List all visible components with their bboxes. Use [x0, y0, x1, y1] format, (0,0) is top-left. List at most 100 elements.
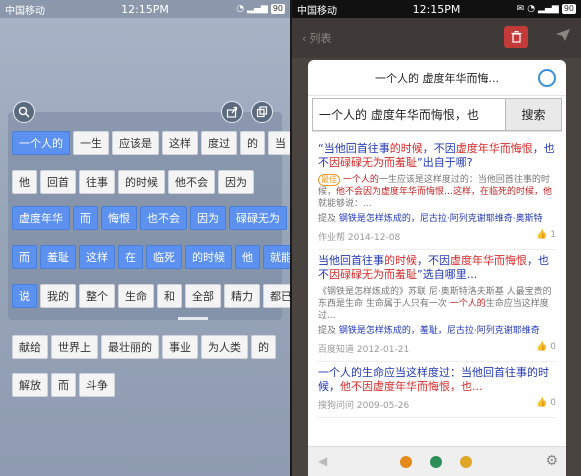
word-chip[interactable]: 最壮丽的	[101, 335, 159, 359]
word-chip[interactable]: 一生	[73, 131, 109, 155]
result-source-date: 百度知道 2012-01-21	[318, 345, 410, 355]
word-chip[interactable]: 应该是	[112, 131, 159, 155]
word-chip[interactable]: 当	[268, 131, 290, 155]
word-chip[interactable]: 的	[251, 335, 276, 359]
prev-arrow-icon[interactable]: ◀	[318, 454, 327, 468]
search-engine-icon[interactable]	[400, 456, 412, 468]
word-chip[interactable]: 回首	[40, 170, 76, 194]
back-label: 列表	[309, 32, 332, 45]
screenshot-frame: 中国移动 12:15PM ◔ ▂▄▆ 90 一个人的 一生 应该是 这样 度过的当他回首…	[0, 0, 581, 476]
bottom-bar: ◀ ⚙	[308, 446, 566, 476]
word-chip[interactable]: 献给	[12, 335, 48, 359]
word-chip[interactable]: 都已经	[263, 284, 290, 308]
like-count[interactable]: 👍 0	[536, 342, 556, 355]
trash-icon	[511, 31, 521, 43]
toolbar: ‹ 列表	[292, 18, 581, 58]
copy-icon	[256, 106, 268, 118]
word-segment-screen: 中国移动 12:15PM ◔ ▂▄▆ 90 一个人的 一生 应该是 这样 度过的当他回首…	[0, 0, 290, 476]
word-chip[interactable]: 整个	[79, 284, 115, 308]
result-item[interactable]: 一个人的生命应当这样度过：当他回首往事的时候，他不因虚度年华而悔恨，也... 搜狗…	[318, 362, 556, 418]
word-chip-selected[interactable]: 也不会	[140, 206, 187, 230]
panel-resize-handle[interactable]	[178, 317, 208, 320]
word-chip[interactable]: 全部	[185, 284, 221, 308]
clock: 12:15PM	[412, 2, 461, 16]
word-chip[interactable]: 世界上	[51, 335, 98, 359]
word-chip[interactable]: 为人类	[201, 335, 248, 359]
gear-icon[interactable]: ⚙	[545, 453, 558, 469]
result-meta: 搜狗问问 2009-05-26 👍 0	[318, 398, 556, 411]
share-button[interactable]	[221, 101, 243, 123]
word-chip-selected[interactable]: 在	[118, 245, 143, 269]
word-chip[interactable]: 往事	[79, 170, 115, 194]
word-chip[interactable]: 精力	[224, 284, 260, 308]
word-chip[interactable]: 解放	[12, 373, 48, 397]
back-to-list-button[interactable]: ‹ 列表	[292, 30, 331, 46]
result-mention: 提及 钢铁是怎样炼成的，尼古拉·阿列克谢耶维奇·奥斯特	[318, 214, 543, 224]
word-chip-selected[interactable]: 这样	[79, 245, 115, 269]
clock: 12:15PM	[121, 2, 169, 16]
chip-row: 而羞耻这样在临死的时候他就能够	[12, 245, 290, 269]
word-chip[interactable]: 的	[240, 131, 265, 155]
word-chip-selected[interactable]: 碌碌无为	[229, 206, 287, 230]
word-chip-selected[interactable]: 而	[73, 206, 98, 230]
word-chip[interactable]: 斗争	[79, 373, 115, 397]
word-chip[interactable]: 和	[157, 284, 182, 308]
word-chip-selected[interactable]: 而	[12, 245, 37, 269]
share-icon	[226, 106, 238, 118]
word-chip[interactable]: 生命	[118, 284, 154, 308]
word-chip-selected[interactable]: 的时候	[185, 245, 232, 269]
copy-button[interactable]	[251, 101, 273, 123]
book-icon[interactable]	[430, 456, 442, 468]
card-title: 一个人的 虚度年华而悔...	[375, 71, 499, 85]
result-meta: 百度知道 2012-01-21 👍 0	[318, 342, 556, 355]
result-title[interactable]: 一个人的生命应当这样度过：当他回首往事的时候，他不因虚度年华而悔恨，也...	[318, 366, 556, 394]
chip-row: 他回首 往事 的时候 他不会 因为	[12, 170, 254, 194]
word-chip-selected[interactable]: 就能够	[263, 245, 290, 269]
word-chip-selected[interactable]: 他	[235, 245, 260, 269]
word-chip[interactable]: 他	[12, 170, 37, 194]
word-chip[interactable]: 而	[51, 373, 76, 397]
word-chip[interactable]: 我的	[40, 284, 76, 308]
search-button[interactable]	[13, 101, 35, 123]
chip-row: 解放而斗争	[12, 373, 115, 397]
word-chip[interactable]: 度过	[201, 131, 237, 155]
mention-link[interactable]: 钢铁是怎样炼成的，尼古拉·阿列克谢耶维奇·奥斯特	[339, 214, 543, 224]
word-chip-selected[interactable]: 一个人的	[12, 131, 70, 155]
search-submit-button[interactable]: 搜索	[506, 98, 562, 131]
word-chip-selected[interactable]: 羞耻	[40, 245, 76, 269]
word-chip-selected[interactable]: 说	[12, 284, 37, 308]
word-chip-selected[interactable]: 临死	[146, 245, 182, 269]
result-mention: 提及 钢铁是怎样炼成的，羞耻，尼古拉·阿列克谢耶维奇	[318, 326, 540, 336]
refresh-icon[interactable]	[538, 69, 556, 87]
chip-row: 献给 世界上 最壮丽的 事业 为人类的	[12, 335, 276, 359]
result-source-date: 作业帮 2014-12-08	[318, 233, 401, 243]
word-chip-selected[interactable]: 虚度年华	[12, 206, 70, 230]
mention-link[interactable]: 钢铁是怎样炼成的，羞耻，尼古拉·阿列克谢耶维奇	[339, 326, 540, 336]
word-chip[interactable]: 因为	[218, 170, 254, 194]
result-item[interactable]: “当他回首往事的时候，不因虚度年华而悔恨，也不因碌碌无为而羞耻”出自于哪? 最佳 …	[318, 138, 556, 250]
result-item[interactable]: 当他回首往事的时候，不因虚度年华而悔恨，也不因碌碌无为而羞耻”选自哪里... 《钢…	[318, 250, 556, 362]
like-count[interactable]: 👍 0	[536, 398, 556, 411]
like-count[interactable]: 👍 1	[536, 230, 556, 243]
word-chip[interactable]: 他不会	[168, 170, 215, 194]
status-bar: 中国移动 12:15PM ✉ ◔ ▂▄▆ 90	[292, 0, 581, 18]
search-input[interactable]	[312, 98, 506, 131]
word-chip[interactable]: 这样	[162, 131, 198, 155]
result-meta: 作业帮 2014-12-08 👍 1	[318, 230, 556, 243]
word-chip[interactable]: 的时候	[118, 170, 165, 194]
chip-row: 一个人的 一生 应该是 这样 度过的当	[12, 131, 290, 155]
result-title[interactable]: “当他回首往事的时候，不因虚度年华而悔恨，也不因碌碌无为而羞耻”出自于哪?	[318, 142, 556, 170]
search-card: 一个人的 虚度年华而悔... 搜索 “当他回首往事的时候，不因虚度年华而悔恨，也…	[308, 60, 566, 476]
card-header: 一个人的 虚度年华而悔...	[308, 60, 566, 96]
word-chip-selected[interactable]: 悔恨	[101, 206, 137, 230]
search-result-screen: 中国移动 12:15PM ✉ ◔ ▂▄▆ 90 ‹ 列表 一个人的 虚度年华而悔…	[292, 0, 581, 476]
send-button[interactable]	[555, 27, 571, 46]
result-title[interactable]: 当他回首往事的时候，不因虚度年华而悔恨，也不因碌碌无为而羞耻”选自哪里...	[318, 254, 556, 282]
result-list: “当他回首往事的时候，不因虚度年华而悔恨，也不因碌碌无为而羞耻”出自于哪? 最佳 …	[308, 132, 566, 418]
word-chip[interactable]: 事业	[162, 335, 198, 359]
chip-row: 说我的整个生命和全部精力都已经	[12, 284, 290, 308]
delete-button[interactable]	[504, 26, 528, 48]
word-chip-selected[interactable]: 因为	[190, 206, 226, 230]
paper-plane-icon	[556, 29, 570, 41]
translate-icon[interactable]	[460, 456, 472, 468]
